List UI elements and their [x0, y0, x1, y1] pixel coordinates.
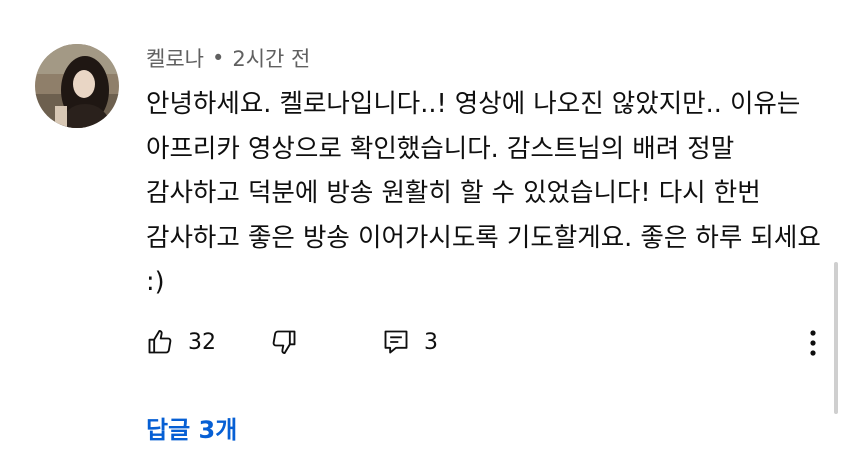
more-options-button[interactable] — [800, 326, 826, 360]
comment-icon — [384, 330, 408, 354]
avatar-image — [35, 44, 119, 128]
dislike-button[interactable] — [270, 328, 298, 356]
like-count: 32 — [188, 329, 216, 355]
more-vertical-icon — [810, 330, 816, 356]
meta-separator: • — [211, 46, 225, 70]
author-name[interactable]: 켈로나 — [146, 43, 204, 73]
comment-meta: 켈로나 • 2시간 전 — [146, 40, 310, 76]
comment-actions: 32 3 — [146, 322, 438, 362]
thumbs-up-icon — [148, 329, 172, 354]
reply-count: 3 — [424, 329, 438, 355]
view-replies-link[interactable]: 답글 3개 — [146, 410, 237, 445]
comment-time[interactable]: 2시간 전 — [232, 43, 310, 73]
reply-button[interactable]: 3 — [382, 328, 438, 356]
thumbs-down-icon — [272, 330, 296, 355]
scrollbar[interactable] — [834, 262, 838, 414]
avatar[interactable] — [35, 44, 119, 128]
comment-text: 안녕하세요. 켈로나입니다..! 영상에 나오진 않았지만.. 이유는 아프리카… — [146, 89, 821, 297]
like-button[interactable]: 32 — [146, 328, 216, 356]
comment-card: 켈로나 • 2시간 전 안녕하세요. 켈로나입니다..! 영상에 나오진 않았지… — [0, 0, 850, 465]
